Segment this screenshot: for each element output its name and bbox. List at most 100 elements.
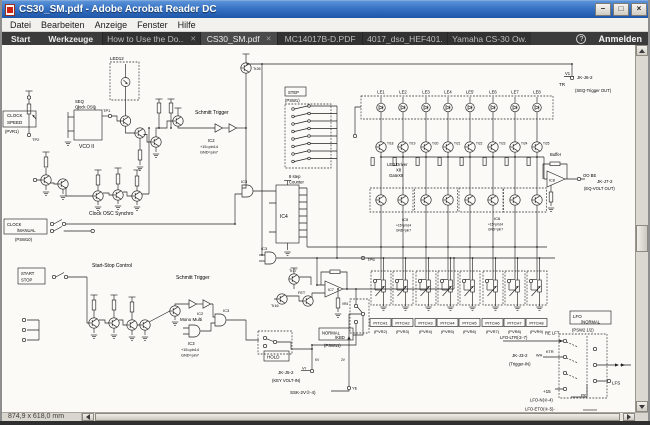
scrollbar-corner bbox=[635, 413, 648, 421]
schematic-label: (EQ-VOLT OUT) bbox=[584, 186, 615, 191]
schematic-label: (PSW11) bbox=[324, 343, 341, 348]
schematic-label: PITCH6 bbox=[485, 321, 500, 326]
close-tab-icon[interactable]: ✕ bbox=[266, 35, 272, 43]
help-icon[interactable]: ? bbox=[576, 33, 587, 44]
tab-start[interactable]: Start bbox=[2, 32, 39, 45]
schematic-label: Tr25 bbox=[543, 142, 550, 146]
tab-4017-dso[interactable]: 4017_dso_HEF401... bbox=[362, 32, 448, 45]
scroll-up-button[interactable] bbox=[636, 45, 648, 56]
arrow-down-icon bbox=[639, 404, 645, 409]
window-title: CS30_SM.pdf - Adobe Acrobat Reader DC bbox=[19, 4, 217, 15]
schematic-label: TP1 bbox=[103, 108, 111, 113]
schematic-label: 8 step bbox=[289, 174, 301, 179]
menu-bar: Datei Bearbeiten Anzeige Fenster Hilfe bbox=[2, 18, 648, 32]
schematic-label: KTR bbox=[546, 350, 554, 354]
schematic-label: (SEQ-Trigger OUT) bbox=[575, 88, 612, 93]
schematic-label: /KBD bbox=[335, 335, 345, 340]
schematic-label: SPEED bbox=[7, 120, 23, 125]
schematic-label: (PVR1) bbox=[5, 129, 19, 134]
document-area[interactable]: CLOCK SPEED (PVR1) TP2 LED12 SEQ Clock O… bbox=[2, 45, 648, 412]
schematic-label: /MANUAL bbox=[17, 228, 36, 233]
tab-how-to-use[interactable]: How to Use the Do... ✕ bbox=[102, 32, 201, 45]
close-button[interactable]: × bbox=[631, 3, 647, 16]
scroll-down-button[interactable] bbox=[636, 401, 648, 412]
schematic-label: VI bbox=[302, 366, 306, 371]
schematic-label: +15=pin14 bbox=[396, 224, 411, 228]
schematic-label: PITCH2 bbox=[395, 321, 410, 326]
menu-fenster[interactable]: Fenster bbox=[132, 20, 173, 30]
schematic-label: GND=pin7 bbox=[396, 229, 411, 233]
schematic-label: Schmitt Trigger bbox=[176, 275, 210, 281]
schematic-label: IC3 bbox=[223, 308, 230, 313]
menu-anzeige[interactable]: Anzeige bbox=[90, 20, 133, 30]
schematic-label: Tr21 bbox=[454, 142, 461, 146]
schematic-label: JK-J7-2 bbox=[597, 179, 613, 184]
schematic-label: LFO-ETO(②-5)- bbox=[525, 407, 555, 412]
schematic-label: Tr19 bbox=[409, 142, 416, 146]
schematic-label: Mono Multi bbox=[180, 317, 202, 322]
schematic-label: RE LFT bbox=[545, 331, 560, 336]
schematic-label: Tr23 bbox=[499, 142, 506, 146]
schematic-label: IC6 bbox=[494, 216, 501, 221]
schematic-label: (PVR6) bbox=[463, 329, 477, 334]
vertical-scroll-thumb[interactable] bbox=[636, 225, 648, 252]
schematic-label: Clock OSC bbox=[75, 105, 96, 110]
schematic-label: LE1 bbox=[377, 90, 385, 95]
scroll-left-button[interactable] bbox=[82, 413, 94, 421]
schematic-label: STEP bbox=[288, 90, 299, 95]
schematic-label: LFO bbox=[573, 314, 582, 319]
schematic-label: YE bbox=[352, 386, 358, 391]
window-border-left bbox=[0, 0, 2, 425]
schematic-label: TP6 bbox=[367, 257, 375, 262]
schematic-label: JK-J3-2 bbox=[512, 353, 528, 358]
schematic-label: JK-J5-2 bbox=[278, 370, 294, 375]
status-bar: 874,9 x 618,0 mm bbox=[2, 412, 648, 421]
schematic-label: +15 bbox=[543, 389, 551, 394]
horizontal-scrollbar[interactable] bbox=[94, 413, 623, 421]
schematic-label: LE6 bbox=[489, 90, 497, 95]
schematic-label: GND=pin7 bbox=[200, 151, 218, 155]
minimize-button[interactable]: – bbox=[595, 3, 611, 16]
menu-bearbeiten[interactable]: Bearbeiten bbox=[36, 20, 90, 30]
schematic-label: +15=pin14 bbox=[200, 145, 218, 149]
schematic-label: (PVR3) bbox=[396, 329, 410, 334]
schematic-label: IC3 bbox=[188, 341, 195, 346]
pdf-file-icon bbox=[5, 3, 15, 16]
schematic-label: (PVR2) bbox=[374, 329, 388, 334]
schematic-label: (PVR9) bbox=[530, 329, 544, 334]
arrow-left-icon bbox=[86, 414, 90, 420]
maximize-button[interactable]: □ bbox=[613, 3, 629, 16]
menu-datei[interactable]: Datei bbox=[5, 20, 36, 30]
schematic-label: VR4 bbox=[342, 302, 348, 306]
tab-cs30-sm[interactable]: CS30_SM.pdf ✕ bbox=[200, 32, 278, 45]
schematic-label: (KEY VOLT-IN) bbox=[272, 378, 301, 383]
schematic-label: PITCH7 bbox=[507, 321, 522, 326]
tab-mc14017b[interactable]: MC14017B-D.PDF bbox=[277, 32, 363, 45]
schematic-label: IC2 bbox=[208, 138, 215, 143]
close-tab-icon[interactable]: ✕ bbox=[190, 35, 196, 43]
schematic-label: IC4 bbox=[280, 214, 288, 220]
schematic-label: LE2 bbox=[399, 90, 407, 95]
schematic-label: Start-Stop Control bbox=[92, 263, 132, 269]
schematic-label: Counter bbox=[289, 180, 305, 185]
horizontal-scroll-thumb[interactable] bbox=[95, 413, 620, 421]
sign-in-button[interactable]: Anmelden bbox=[598, 34, 642, 44]
schematic-label: HOLD bbox=[267, 355, 280, 360]
tab-werkzeuge[interactable]: Werkzeuge bbox=[39, 32, 102, 45]
menu-hilfe[interactable]: Hilfe bbox=[173, 20, 201, 30]
schematic-label: Tr17 bbox=[289, 269, 297, 273]
schematic-label: Tr20 bbox=[432, 142, 439, 146]
tab-yamaha-cs30[interactable]: Yamaha CS-30 Ow... bbox=[447, 32, 532, 45]
schematic-label: IC2 bbox=[197, 311, 204, 316]
schematic-label: JK-J6-2 bbox=[577, 75, 593, 80]
arrow-up-icon bbox=[639, 48, 645, 53]
schematic-label: (PVR7) bbox=[486, 329, 500, 334]
scroll-right-button[interactable] bbox=[623, 413, 635, 421]
schematic-label: Tr24 bbox=[521, 142, 528, 146]
schematic-label: (PVR5) bbox=[441, 329, 455, 334]
schematic-label: (PVR8) bbox=[508, 329, 522, 334]
vertical-scrollbar[interactable] bbox=[635, 45, 648, 412]
schematic-label: Tr22 bbox=[476, 142, 483, 146]
acrobat-window: CS30_SM.pdf - Adobe Acrobat Reader DC – … bbox=[0, 0, 650, 425]
schematic-label: LE3 bbox=[422, 90, 430, 95]
